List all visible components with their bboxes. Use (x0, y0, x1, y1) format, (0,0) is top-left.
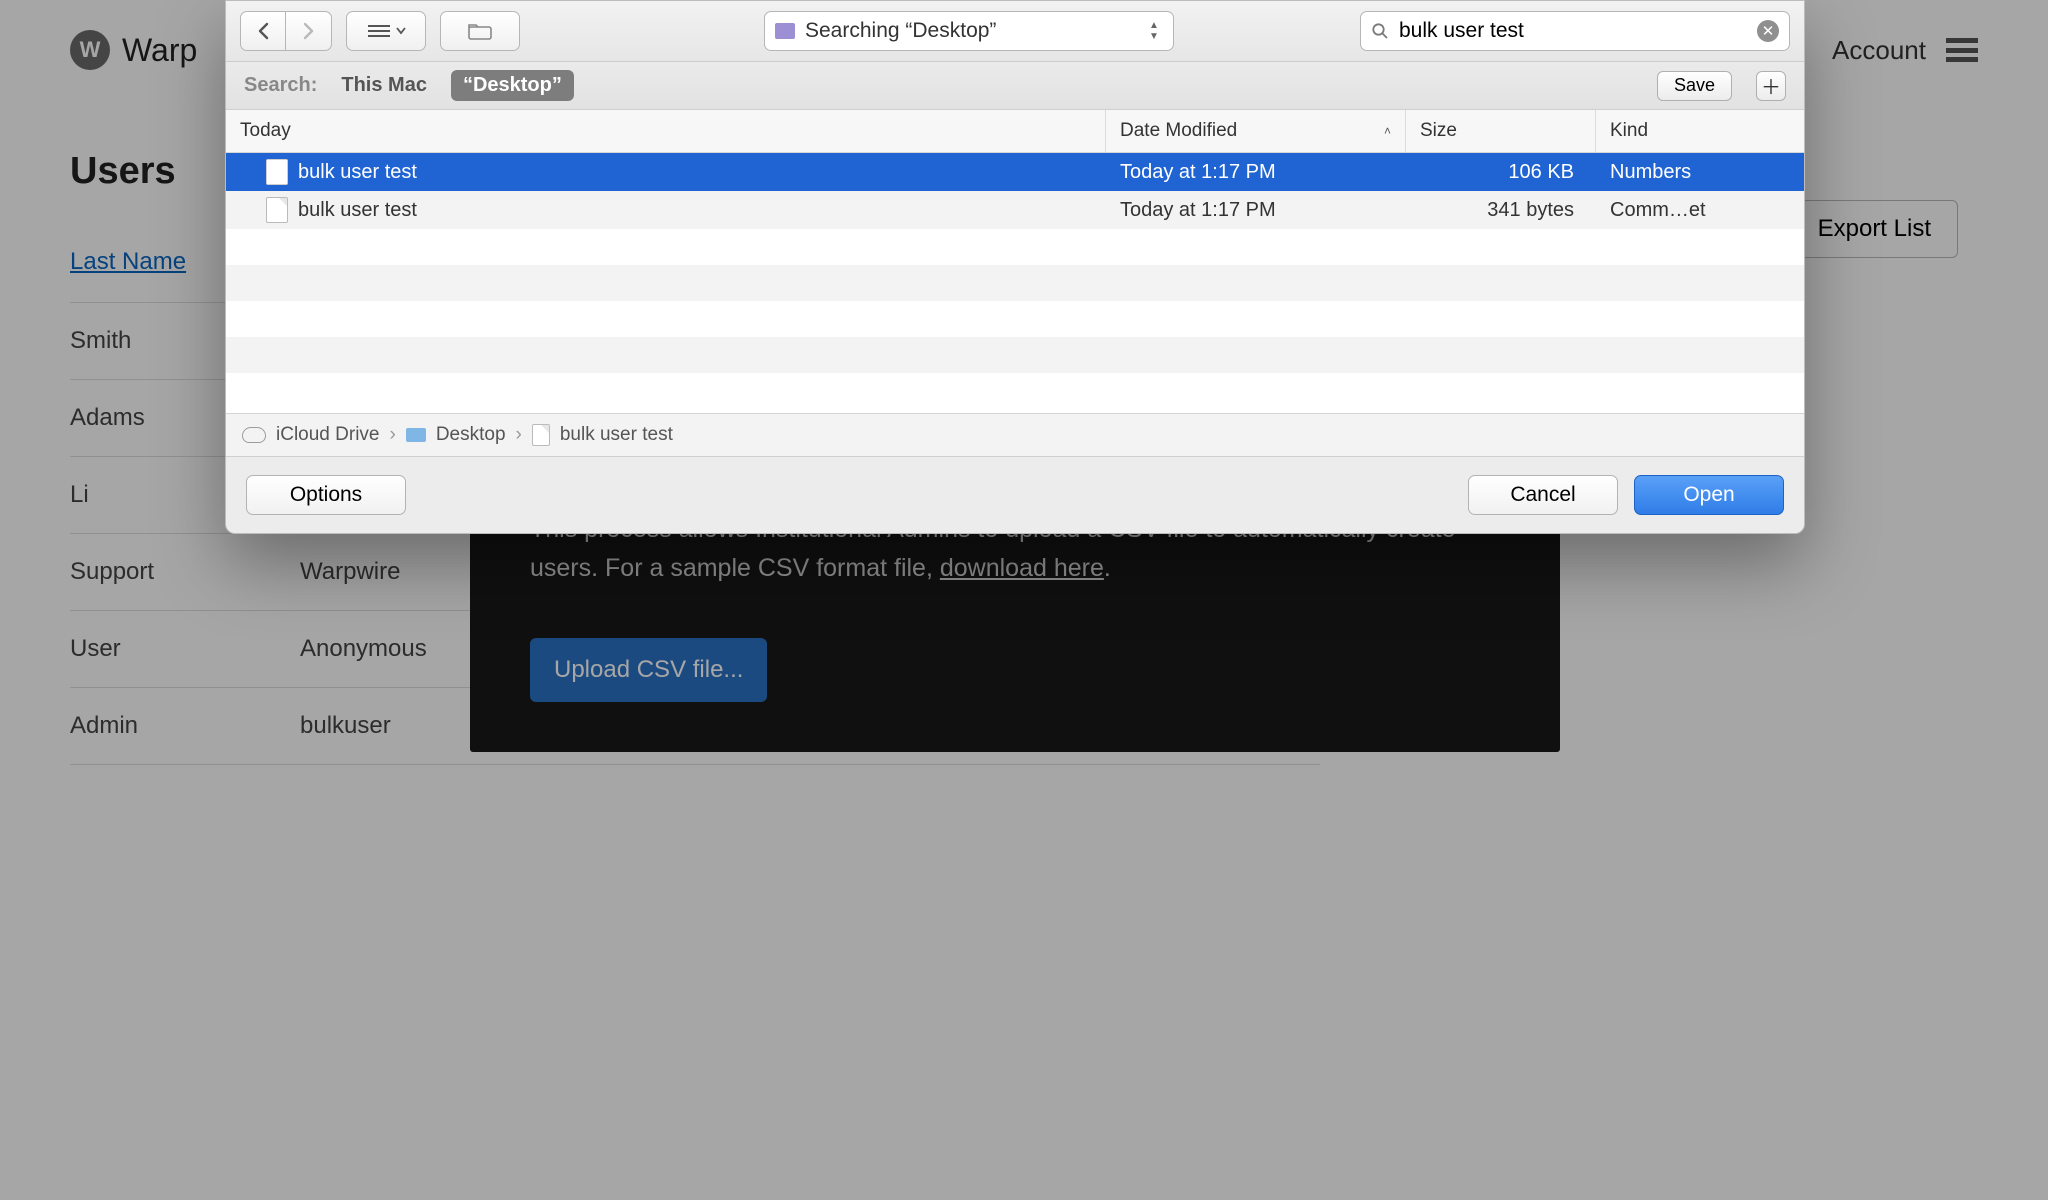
folder-icon (466, 21, 494, 41)
open-button[interactable]: Open (1634, 475, 1784, 515)
location-text: Searching “Desktop” (805, 19, 1139, 43)
group-button[interactable] (440, 11, 520, 51)
chevron-down-icon (396, 27, 406, 35)
dialog-toolbar: Searching “Desktop” ▲▼ ✕ (226, 1, 1804, 62)
clear-search-button[interactable]: ✕ (1757, 20, 1779, 42)
stepper-icon: ▲▼ (1149, 17, 1163, 45)
search-scope-bar: Search: This Mac “Desktop” Save ＋ (226, 62, 1804, 110)
save-search-button[interactable]: Save (1657, 71, 1732, 101)
scope-label: Search: (244, 74, 317, 97)
search-field[interactable]: ✕ (1360, 11, 1790, 51)
path-desktop[interactable]: Desktop (436, 424, 506, 446)
file-icon (266, 159, 288, 185)
file-row[interactable]: bulk user test Today at 1:17 PM 341 byte… (226, 191, 1804, 229)
path-icloud[interactable]: iCloud Drive (276, 424, 379, 446)
path-bar: iCloud Drive › Desktop › bulk user test (226, 413, 1804, 456)
options-button[interactable]: Options (246, 475, 406, 515)
list-view-icon (366, 22, 392, 40)
view-mode-button[interactable] (346, 11, 426, 51)
column-date-modified[interactable]: Date Modified˄ (1106, 110, 1406, 152)
column-size[interactable]: Size (1406, 110, 1596, 152)
location-dropdown[interactable]: Searching “Desktop” ▲▼ (764, 11, 1174, 51)
icloud-icon (242, 427, 266, 443)
scope-this-mac[interactable]: This Mac (341, 74, 427, 97)
add-criteria-button[interactable]: ＋ (1756, 71, 1786, 101)
list-empty-area (226, 229, 1804, 409)
file-open-dialog: Searching “Desktop” ▲▼ ✕ Search: This Ma… (225, 0, 1805, 534)
back-button[interactable] (240, 11, 286, 51)
search-icon (1371, 22, 1389, 40)
list-header: Today Date Modified˄ Size Kind (226, 110, 1804, 153)
search-input[interactable] (1399, 19, 1747, 43)
cancel-button[interactable]: Cancel (1468, 475, 1618, 515)
desktop-icon (775, 23, 795, 39)
file-row[interactable]: bulk user test Today at 1:17 PM 106 KB N… (226, 153, 1804, 191)
file-list: bulk user test Today at 1:17 PM 106 KB N… (226, 153, 1804, 413)
forward-button[interactable] (286, 11, 332, 51)
column-name[interactable]: Today (226, 110, 1106, 152)
file-icon (266, 197, 288, 223)
file-icon (532, 424, 550, 446)
folder-icon (406, 428, 426, 442)
path-file[interactable]: bulk user test (560, 424, 673, 446)
sort-asc-icon: ˄ (1384, 124, 1391, 138)
scope-desktop[interactable]: “Desktop” (451, 70, 574, 101)
column-kind[interactable]: Kind (1596, 110, 1804, 152)
dialog-bottom-bar: Options Cancel Open (226, 456, 1804, 533)
